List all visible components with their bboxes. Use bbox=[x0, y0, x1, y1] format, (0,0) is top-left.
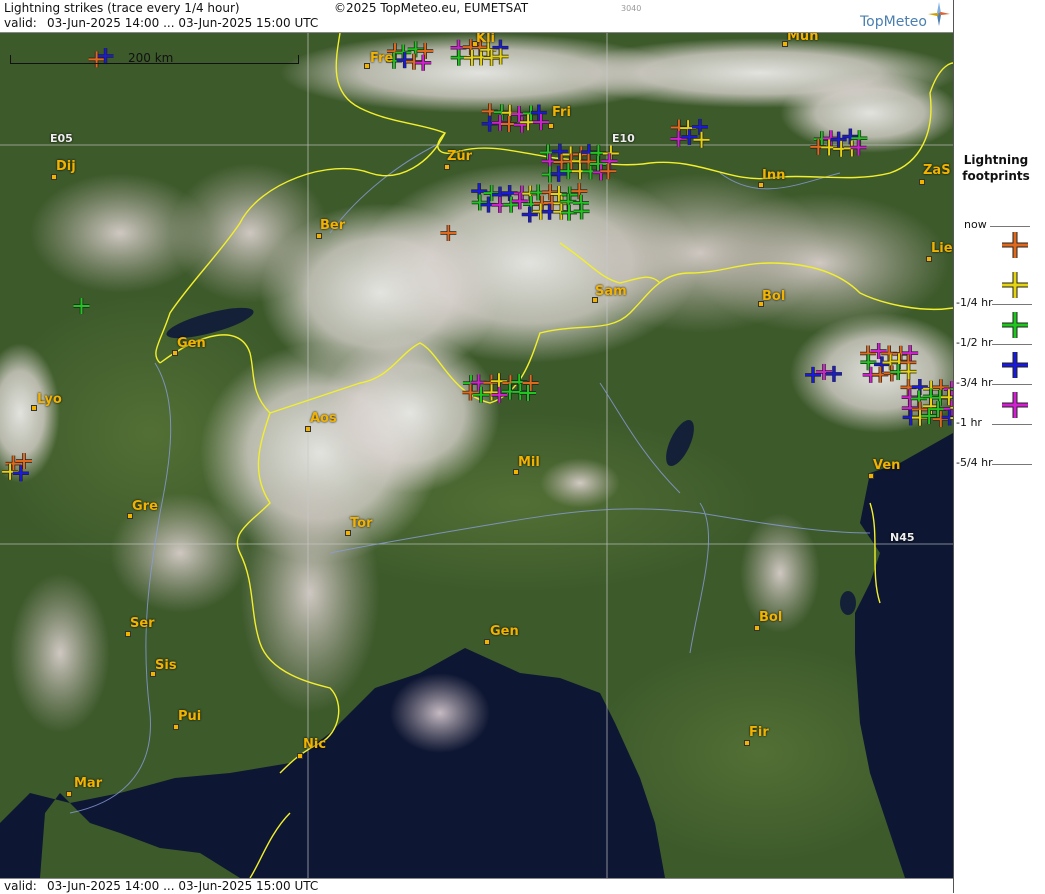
city-label: Sis bbox=[155, 658, 177, 673]
legend-label: -5/4 hr bbox=[956, 456, 993, 469]
legend-row: -1/4 hr bbox=[954, 258, 1045, 309]
city-label: Gre bbox=[132, 499, 158, 514]
legend-title-line1: Lightning bbox=[963, 153, 1029, 167]
map-footer: valid: 03-Jun-2025 14:00 ... 03-Jun-2025… bbox=[0, 878, 953, 894]
footer-valid-label: valid: bbox=[4, 879, 37, 893]
legend-label: now bbox=[964, 218, 987, 231]
lightning-plus-icon bbox=[1002, 352, 1028, 378]
city-label: Pui bbox=[178, 709, 202, 724]
grid-label-e05: E05 bbox=[50, 132, 73, 145]
city-label: Aos bbox=[310, 411, 337, 426]
legend-row: -1 hr bbox=[954, 378, 1045, 429]
lightning-plus-icon bbox=[1002, 312, 1028, 338]
city-label: Mil bbox=[518, 455, 540, 470]
city-label: Fir bbox=[749, 725, 769, 740]
map-header: Lightning strikes (trace every 1/4 hour)… bbox=[0, 0, 953, 33]
compass-icon bbox=[928, 2, 950, 26]
city-label: Bol bbox=[759, 610, 783, 625]
valid-range: 03-Jun-2025 14:00 ... 03-Jun-2025 15:00 … bbox=[47, 16, 319, 30]
city-label: Inn bbox=[762, 168, 786, 183]
map-canvas bbox=[0, 33, 953, 878]
city-label: Bol bbox=[762, 289, 786, 304]
legend-row: -1/2 hr bbox=[954, 298, 1045, 349]
city-label: Tor bbox=[350, 516, 373, 531]
legend-row: now bbox=[954, 218, 1045, 258]
legend-title-line2: footprints bbox=[962, 169, 1030, 183]
city-label: Gen bbox=[177, 336, 206, 351]
legend-divider bbox=[990, 226, 1030, 227]
valid-label: valid: bbox=[4, 16, 37, 30]
city-label: Fri bbox=[552, 105, 571, 120]
legend-divider bbox=[992, 464, 1032, 465]
lightning-plus-icon bbox=[1002, 392, 1028, 418]
city-label: Gen bbox=[490, 624, 519, 639]
map-code: 3040 bbox=[621, 4, 642, 13]
city-label: Fre bbox=[370, 51, 394, 66]
grid-label-n45: N45 bbox=[890, 531, 915, 544]
city-label: Mar bbox=[74, 776, 103, 791]
city-label: Mun bbox=[787, 33, 819, 44]
copyright-text: ©2025 TopMeteo.eu, EUMETSAT bbox=[334, 1, 529, 15]
city-label: Lyo bbox=[37, 392, 62, 407]
satellite-map[interactable]: 200 km E05 E10 N45 Mun Fre Kli Fri Dij Z… bbox=[0, 33, 953, 878]
city-label: Ber bbox=[320, 218, 346, 233]
city-label: ZaS bbox=[923, 163, 951, 178]
grid-label-e10: E10 bbox=[612, 132, 635, 145]
city-label: Lie bbox=[931, 241, 953, 256]
legend-row: -5/4 hr bbox=[954, 418, 1045, 469]
logo-text: TopMeteo bbox=[860, 14, 927, 30]
city-label: Dij bbox=[56, 159, 76, 174]
city-label: Ven bbox=[873, 458, 901, 473]
map-title: Lightning strikes (trace every 1/4 hour) bbox=[4, 1, 240, 15]
city-label: Ser bbox=[130, 616, 155, 631]
city-label: Zür bbox=[447, 149, 473, 164]
footer-valid-range: 03-Jun-2025 14:00 ... 03-Jun-2025 15:00 … bbox=[47, 879, 319, 893]
city-label: Nic bbox=[303, 737, 327, 752]
city-label: Sam bbox=[595, 284, 627, 299]
scale-label: 200 km bbox=[128, 51, 174, 65]
lightning-plus-icon bbox=[1002, 232, 1028, 258]
legend-row: -3/4 hr bbox=[954, 338, 1045, 389]
lightning-plus-icon bbox=[1002, 272, 1028, 298]
lightning-legend: Lightning footprints now -1/4 hr -1/2 hr -3… bbox=[953, 0, 1045, 893]
city-label: Kli bbox=[476, 33, 495, 46]
